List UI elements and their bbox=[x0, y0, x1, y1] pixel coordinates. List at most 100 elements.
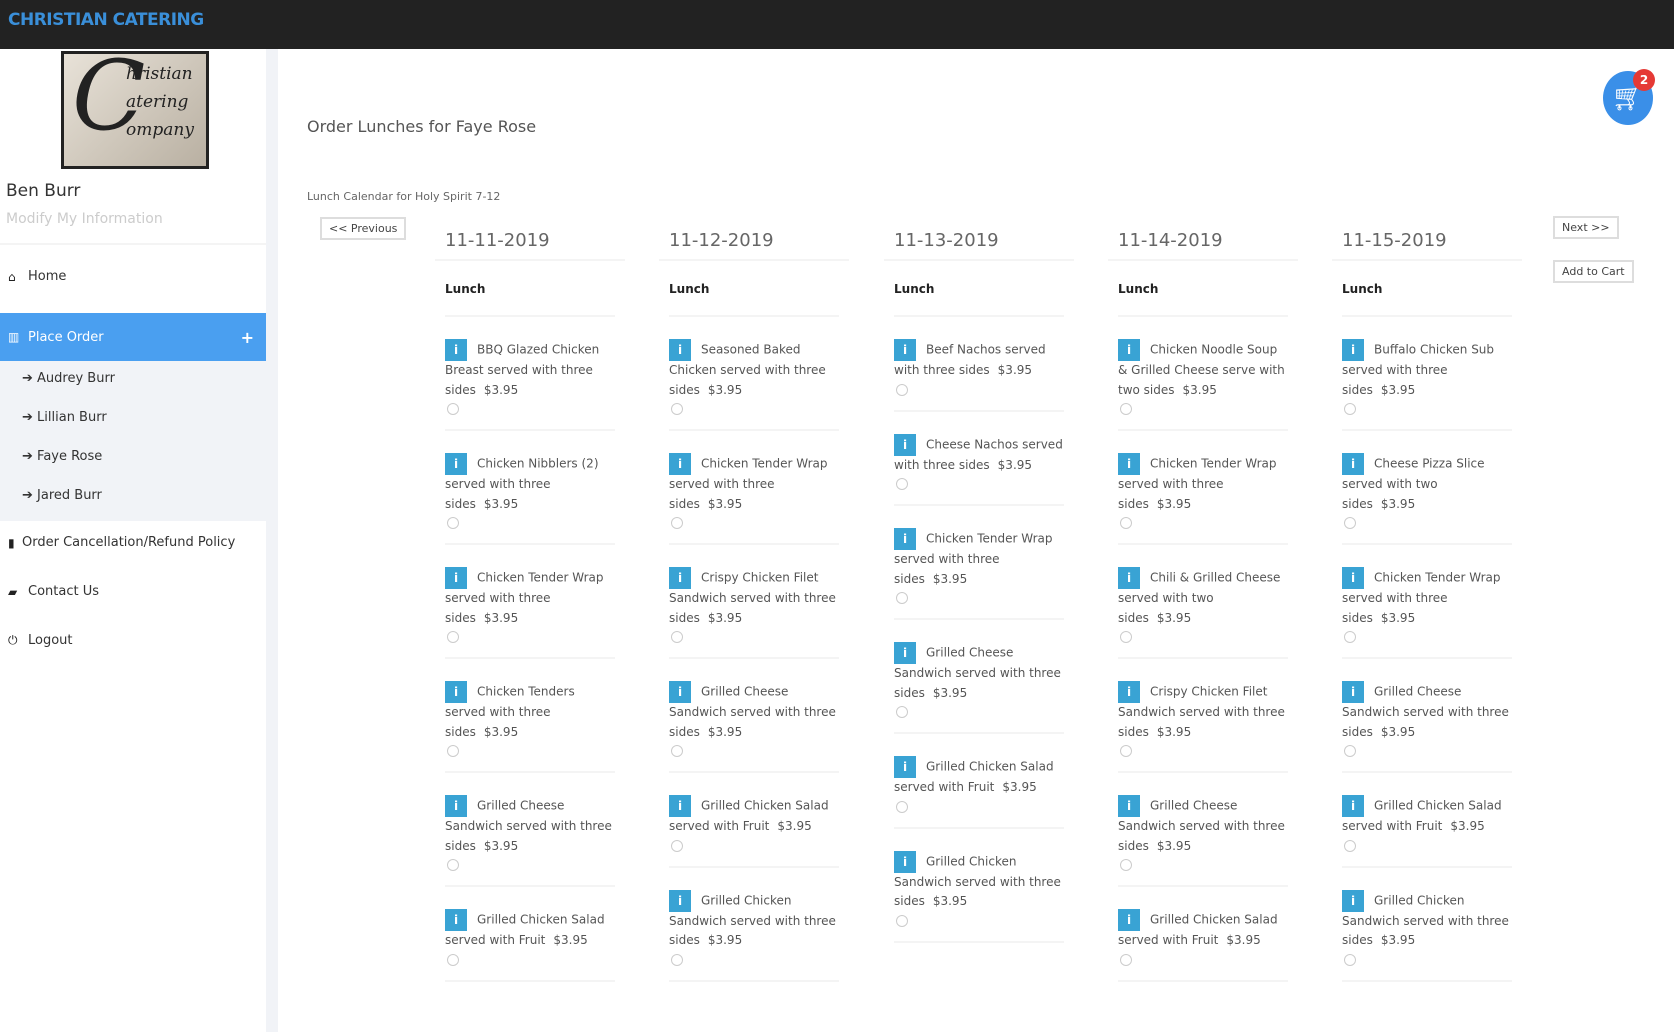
menu-item-name: Buffalo Chicken Sub served with three si… bbox=[1342, 342, 1495, 397]
modify-info-link[interactable]: Modify My Information bbox=[6, 211, 163, 227]
menu-item-radio[interactable] bbox=[1120, 517, 1132, 529]
add-to-cart-button[interactable]: Add to Cart bbox=[1553, 260, 1634, 283]
info-icon[interactable]: i bbox=[1118, 567, 1140, 589]
menu-item: i Seasoned Baked Chicken served with thre… bbox=[669, 317, 839, 431]
menu-item-radio[interactable] bbox=[1120, 745, 1132, 757]
info-icon[interactable]: i bbox=[1118, 909, 1140, 931]
next-button[interactable]: Next >> bbox=[1553, 216, 1619, 239]
menu-item-radio[interactable] bbox=[671, 953, 683, 966]
info-icon[interactable]: i bbox=[894, 642, 916, 664]
menu-item-radio[interactable] bbox=[1120, 859, 1132, 871]
info-icon[interactable]: i bbox=[1342, 567, 1364, 589]
menu-item-radio[interactable] bbox=[671, 631, 683, 643]
meal-label: Lunch bbox=[1342, 261, 1512, 317]
menu-item-name: Grilled Chicken Sandwich served with thr… bbox=[669, 893, 836, 947]
menu-item-radio[interactable] bbox=[896, 914, 908, 927]
info-icon[interactable]: i bbox=[894, 756, 916, 778]
menu-item-name: Cheese Nachos served with three sides bbox=[894, 437, 1063, 472]
menu-item: i Chicken Tender Wrap served with three s… bbox=[1342, 545, 1512, 659]
sidebar-student-item[interactable]: ➔ Faye Rose bbox=[22, 449, 102, 464]
menu-item-radio[interactable] bbox=[1344, 745, 1356, 757]
menu-item-price: $3.95 bbox=[483, 610, 519, 625]
student-list: ➔ Audrey Burr ➔ Lillian Burr ➔ Faye Rose… bbox=[0, 361, 266, 521]
previous-button[interactable]: << Previous bbox=[320, 217, 407, 240]
info-icon[interactable]: i bbox=[445, 567, 467, 589]
meal-label: Lunch bbox=[669, 261, 839, 317]
menu-item-radio[interactable] bbox=[1344, 517, 1356, 529]
info-icon[interactable]: i bbox=[1342, 681, 1364, 703]
menu-item-radio[interactable] bbox=[896, 800, 908, 813]
menu-item-radio[interactable] bbox=[1344, 631, 1356, 643]
day-column: 11-14-2019 Lunch i Chicken Noodle Soup & Gr… bbox=[1108, 221, 1318, 982]
info-icon[interactable]: i bbox=[669, 453, 691, 475]
info-icon[interactable]: i bbox=[894, 528, 916, 550]
menu-item-radio[interactable] bbox=[896, 478, 908, 490]
menu-item-radio[interactable] bbox=[1120, 403, 1132, 415]
info-icon[interactable]: i bbox=[445, 339, 467, 361]
info-icon[interactable]: i bbox=[445, 909, 467, 931]
info-icon[interactable]: i bbox=[669, 795, 691, 817]
menu-item: i Chicken Noodle Soup & Grilled Cheese se… bbox=[1118, 317, 1288, 431]
menu-item: i Grilled Chicken Salad served with Fruit… bbox=[894, 734, 1064, 829]
info-icon[interactable]: i bbox=[445, 453, 467, 475]
sidebar: C hristian atering ompany Ben Burr Modif… bbox=[0, 49, 278, 1032]
info-icon[interactable]: i bbox=[1118, 339, 1140, 361]
cart-button[interactable]: 🛒︎ 2 bbox=[1603, 69, 1655, 125]
info-icon[interactable]: i bbox=[669, 681, 691, 703]
sidebar-student-item[interactable]: ➔ Lillian Burr bbox=[22, 410, 107, 425]
menu-item-radio[interactable] bbox=[447, 745, 459, 757]
menu-item-radio[interactable] bbox=[1120, 631, 1132, 643]
menu-item-radio[interactable] bbox=[447, 403, 459, 415]
menu-item: i Grilled Cheese Sandwich served with thr… bbox=[1118, 773, 1288, 887]
calendar-title: Lunch Calendar for Holy Spirit 7-12 bbox=[307, 190, 501, 203]
top-bar: CHRISTIAN CATERING bbox=[0, 0, 1674, 49]
meal-label: Lunch bbox=[1118, 261, 1288, 317]
info-icon[interactable]: i bbox=[1118, 795, 1140, 817]
info-icon[interactable]: i bbox=[669, 567, 691, 589]
menu-item-name: Grilled Cheese Sandwich served with thre… bbox=[445, 798, 612, 853]
brand-title[interactable]: CHRISTIAN CATERING bbox=[8, 10, 204, 30]
menu-item-radio[interactable] bbox=[447, 859, 459, 871]
menu-item-radio[interactable] bbox=[671, 839, 683, 852]
menu-item-radio[interactable] bbox=[896, 383, 908, 396]
sidebar-student-item[interactable]: ➔ Audrey Burr bbox=[22, 371, 115, 386]
info-icon[interactable]: i bbox=[445, 795, 467, 817]
info-icon[interactable]: i bbox=[669, 339, 691, 361]
menu-item-radio[interactable] bbox=[1344, 403, 1356, 415]
menu-item-radio[interactable] bbox=[896, 706, 908, 718]
menu-item-radio[interactable] bbox=[447, 631, 459, 643]
info-icon[interactable]: i bbox=[1118, 453, 1140, 475]
sidebar-item-logout[interactable]: ⏻ Logout bbox=[0, 633, 266, 648]
menu-item-radio[interactable] bbox=[1344, 839, 1356, 852]
menu-item-radio[interactable] bbox=[1120, 953, 1132, 966]
menu-item-radio[interactable] bbox=[671, 517, 683, 529]
menu-item-radio[interactable] bbox=[447, 517, 459, 529]
info-icon[interactable]: i bbox=[1342, 889, 1364, 912]
sidebar-student-item[interactable]: ➔ Jared Burr bbox=[22, 488, 102, 503]
info-icon[interactable]: i bbox=[894, 433, 916, 456]
info-icon[interactable]: i bbox=[1118, 681, 1140, 703]
sidebar-item-label: Home bbox=[28, 269, 67, 284]
menu-item-radio[interactable] bbox=[1344, 953, 1356, 966]
info-icon[interactable]: i bbox=[669, 889, 691, 912]
menu-item: i Buffalo Chicken Sub served with three s… bbox=[1342, 317, 1512, 431]
sidebar-item-policy[interactable]: ▮ Order Cancellation/Refund Policy bbox=[0, 535, 266, 550]
info-icon[interactable]: i bbox=[894, 339, 916, 361]
info-icon[interactable]: i bbox=[1342, 795, 1364, 817]
student-name: Audrey Burr bbox=[37, 371, 115, 386]
day-column: 11-15-2019 Lunch i Buffalo Chicken Sub serv… bbox=[1332, 221, 1542, 982]
sidebar-item-place-order[interactable]: ▥ Place Order + bbox=[0, 313, 266, 361]
menu-item-price: $3.95 bbox=[707, 933, 743, 947]
menu-item-radio[interactable] bbox=[671, 403, 683, 415]
info-icon[interactable]: i bbox=[894, 850, 916, 873]
info-icon[interactable]: i bbox=[1342, 339, 1364, 361]
info-icon[interactable]: i bbox=[445, 681, 467, 703]
sidebar-item-home[interactable]: ⌂ Home bbox=[0, 269, 266, 284]
menu-item-radio[interactable] bbox=[447, 953, 459, 966]
menu-item: i Beef Nachos served with three sides $3.9… bbox=[894, 317, 1064, 412]
info-icon[interactable]: i bbox=[1342, 453, 1364, 475]
menu-item-price: $3.95 bbox=[483, 838, 519, 853]
sidebar-item-contact[interactable]: ▰ Contact Us bbox=[0, 584, 266, 599]
menu-item-radio[interactable] bbox=[671, 745, 683, 757]
menu-item-radio[interactable] bbox=[896, 592, 908, 604]
